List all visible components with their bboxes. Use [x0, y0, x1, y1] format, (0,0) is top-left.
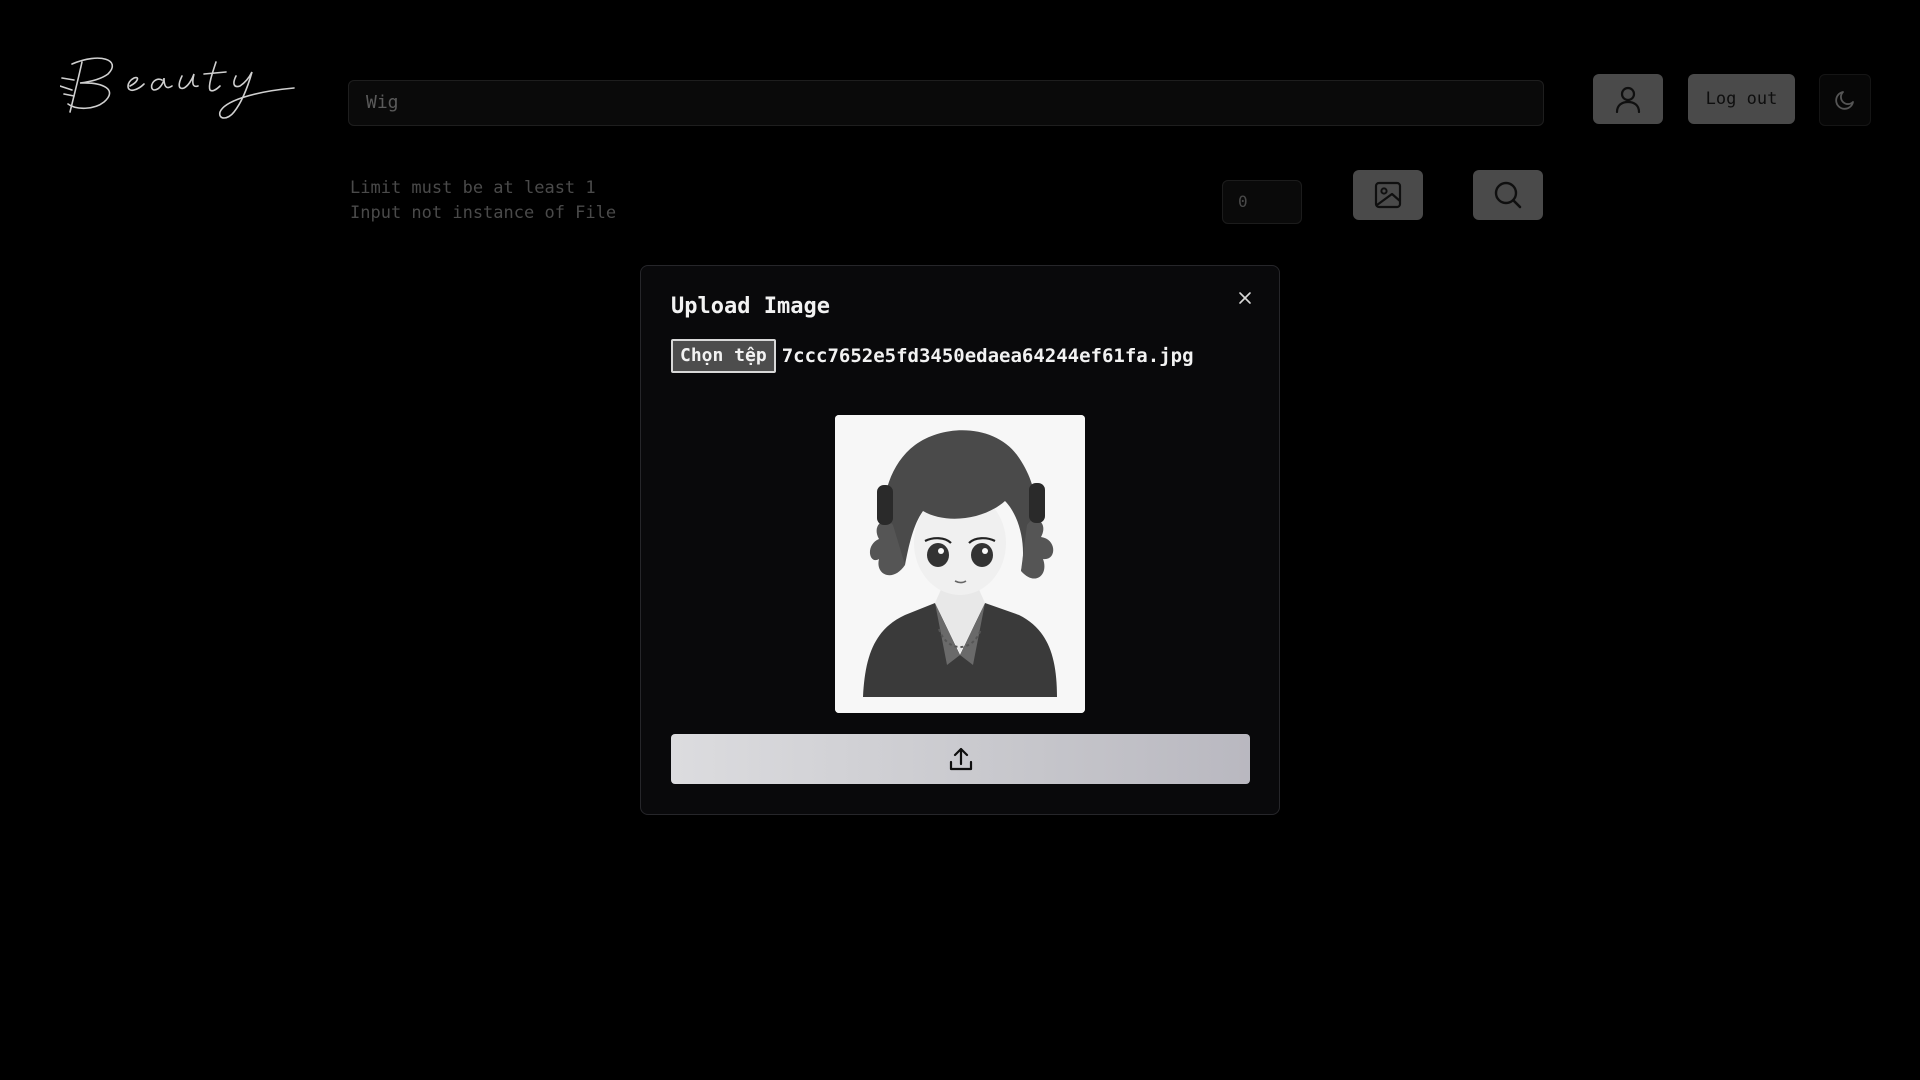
- search-input-value: Wig: [366, 92, 399, 113]
- search-input[interactable]: Wig: [348, 80, 1544, 126]
- preview-illustration: [835, 415, 1085, 713]
- logout-button[interactable]: Log out: [1688, 74, 1795, 124]
- upload-image-dialog: Upload Image Chọn tệp 7ccc7652e5fd3450ed…: [640, 265, 1280, 815]
- selected-file-name: 7ccc7652e5fd3450edaea64244ef61fa.jpg: [781, 345, 1194, 367]
- dialog-close-button[interactable]: [1233, 286, 1257, 310]
- theme-toggle-button[interactable]: [1819, 74, 1871, 126]
- moon-icon: [1835, 91, 1854, 110]
- profile-button[interactable]: [1593, 74, 1663, 124]
- user-icon: [1615, 86, 1641, 113]
- choose-file-button[interactable]: Chọn tệp: [671, 339, 776, 373]
- search-icon: [1494, 181, 1522, 209]
- limit-input[interactable]: 0: [1222, 180, 1302, 224]
- page: Wig Log out Limit must be at least 1 Inp…: [0, 0, 1920, 1080]
- close-icon: [1239, 292, 1251, 304]
- upload-icon: [949, 747, 972, 771]
- image-upload-button[interactable]: [1353, 170, 1423, 220]
- dialog-title: Upload Image: [671, 294, 830, 319]
- error-message-file: Input not instance of File: [350, 203, 617, 223]
- error-message-limit: Limit must be at least 1: [350, 178, 596, 198]
- logo-script-graphic: [60, 57, 295, 119]
- file-input: Chọn tệp 7ccc7652e5fd3450edaea64244ef61f…: [671, 339, 1194, 373]
- search-button[interactable]: [1473, 170, 1543, 220]
- image-icon: [1374, 181, 1402, 209]
- limit-input-value: 0: [1238, 192, 1248, 211]
- beauty-logo[interactable]: [60, 50, 295, 125]
- image-preview: [835, 415, 1085, 713]
- validation-errors: Limit must be at least 1 Input not insta…: [350, 176, 616, 226]
- upload-button[interactable]: [671, 734, 1250, 784]
